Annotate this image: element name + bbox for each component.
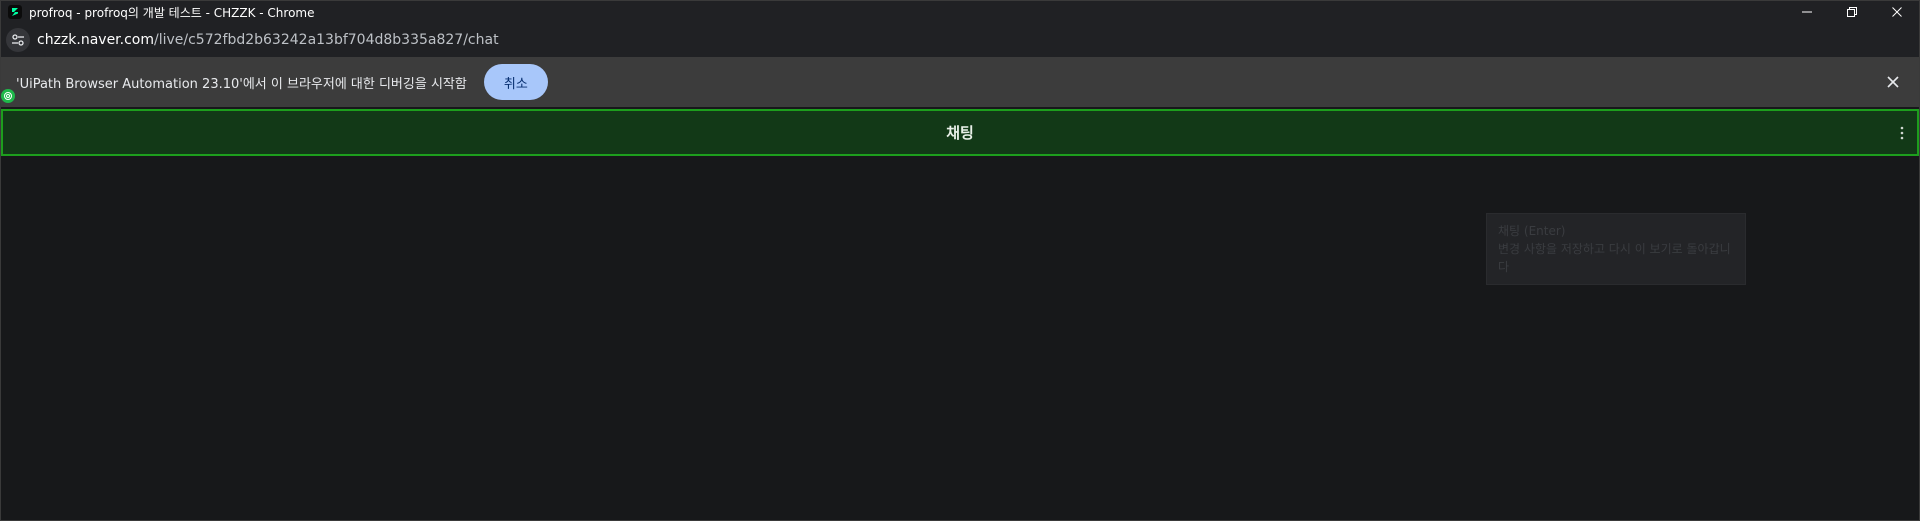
- title-bar[interactable]: profroq - profroq의 개발 테스트 - CHZZK - Chro…: [1, 1, 1919, 23]
- url-text[interactable]: chzzk.naver.com/live/c572fbd2b63242a13bf…: [37, 32, 499, 48]
- url-path: /live/c572fbd2b63242a13bf704d8b335a827/c…: [154, 32, 499, 48]
- chat-header: 채팅: [1, 109, 1919, 156]
- infobar-close-icon[interactable]: [1883, 72, 1903, 92]
- cancel-button[interactable]: 취소: [483, 64, 548, 100]
- minimize-icon[interactable]: [1784, 1, 1829, 23]
- window-controls: [1784, 1, 1919, 23]
- more-options-icon[interactable]: [1899, 124, 1905, 142]
- browser-window: profroq - profroq의 개발 테스트 - CHZZK - Chro…: [0, 0, 1920, 521]
- url-host: chzzk.naver.com: [37, 32, 154, 48]
- automation-indicator-icon: [1, 89, 15, 103]
- tooltip-line: 다: [1498, 260, 1510, 274]
- restore-icon[interactable]: [1829, 1, 1874, 23]
- window-title: profroq - profroq의 개발 테스트 - CHZZK - Chro…: [29, 5, 315, 20]
- tooltip: 채팅 (Enter) 변경 사항을 저장하고 다시 이 보기로 돌아갑니 다: [1486, 213, 1746, 285]
- debugging-infobar: 'UiPath Browser Automation 23.10'에서 이 브라…: [1, 57, 1919, 107]
- infobar-message: 'UiPath Browser Automation 23.10'에서 이 브라…: [16, 76, 467, 92]
- tooltip-line: 채팅 (Enter): [1498, 224, 1566, 238]
- tooltip-line: 변경 사항을 저장하고 다시 이 보기로 돌아갑니: [1498, 242, 1731, 256]
- close-icon[interactable]: [1874, 1, 1919, 23]
- chat-title: 채팅: [946, 124, 974, 142]
- chzzk-logo-icon: [8, 5, 22, 19]
- site-settings-icon[interactable]: [6, 28, 30, 52]
- address-bar[interactable]: chzzk.naver.com/live/c572fbd2b63242a13bf…: [1, 23, 1919, 57]
